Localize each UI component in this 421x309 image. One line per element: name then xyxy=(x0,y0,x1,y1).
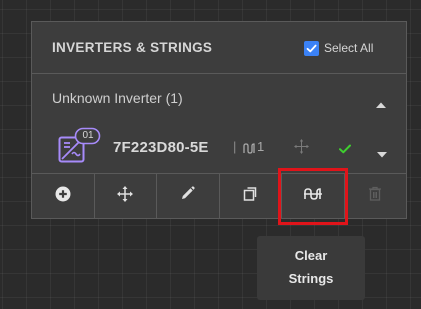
device-badge: 01 xyxy=(82,130,94,141)
select-all-checkbox[interactable]: Select All xyxy=(304,38,373,58)
status-check-icon xyxy=(339,141,351,159)
tooltip-line-1: Clear xyxy=(294,248,328,263)
tooltip-line-2: Strings xyxy=(288,271,334,286)
tooltip: Clear Strings xyxy=(257,236,365,300)
add-circle-icon xyxy=(55,186,71,207)
select-all-label: Select All xyxy=(324,41,374,55)
edit-button[interactable] xyxy=(157,174,220,218)
add-button[interactable] xyxy=(32,174,95,218)
inverter-group-header[interactable]: Unknown Inverter (1) xyxy=(32,84,406,114)
delete-button[interactable] xyxy=(345,174,407,218)
device-name: 7F223D80-5E xyxy=(113,139,209,156)
move-icon[interactable] xyxy=(294,139,309,159)
expand-caret-icon[interactable] xyxy=(376,146,388,164)
clear-strings-icon xyxy=(303,187,323,206)
device-separator: | xyxy=(233,139,237,154)
trash-icon xyxy=(368,186,382,206)
collapse-caret-icon[interactable] xyxy=(375,96,387,114)
action-toolbar xyxy=(32,168,407,225)
copy-button[interactable] xyxy=(220,174,282,218)
move-button[interactable] xyxy=(95,174,157,218)
clear-strings-button[interactable] xyxy=(278,168,347,225)
string-icon xyxy=(243,141,256,159)
copy-icon xyxy=(243,186,258,206)
tooltip-text: Clear Strings xyxy=(257,244,365,290)
inverters-strings-panel: INVERTERS & STRINGS Select All Unknown I… xyxy=(31,21,407,225)
string-count: 1 xyxy=(257,139,265,154)
pencil-icon xyxy=(180,186,195,206)
inverter-device-row[interactable]: 01 7F223D80-5E | 1 xyxy=(32,120,406,170)
checkbox-checked-icon xyxy=(304,40,319,56)
move-arrows-icon xyxy=(117,185,134,207)
inverter-group-title: Unknown Inverter (1) xyxy=(52,90,183,106)
panel-header: INVERTERS & STRINGS Select All xyxy=(32,22,406,74)
inverter-device-icon: 01 xyxy=(58,127,104,165)
panel-title: INVERTERS & STRINGS xyxy=(52,40,213,55)
